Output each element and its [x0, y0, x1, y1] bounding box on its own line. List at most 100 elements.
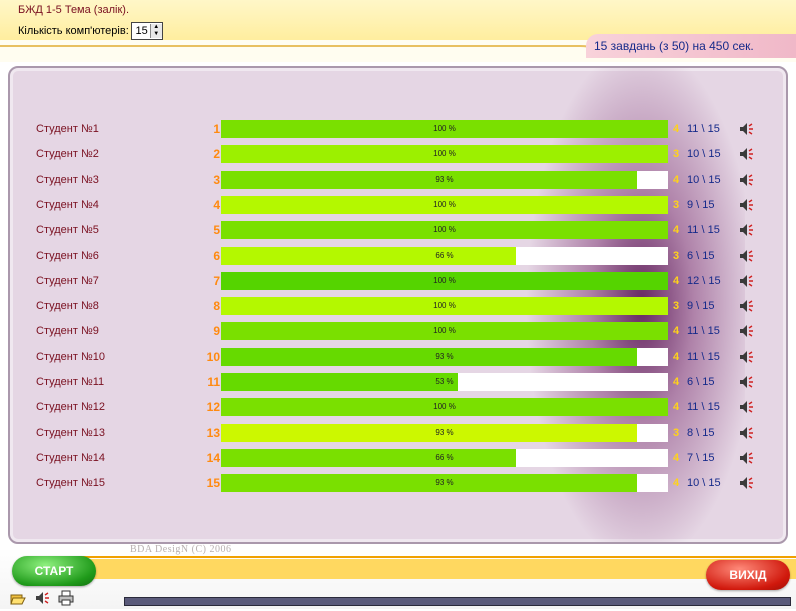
student-number: 2: [213, 147, 220, 162]
student-row: Студент №2 2 100 % 3 10 \ 15: [10, 144, 786, 166]
student-name: Студент №3: [36, 173, 99, 186]
student-row: Студент №14 14 66 % 4 7 \ 15: [10, 448, 786, 470]
stepper-up-icon[interactable]: ▲: [150, 24, 162, 31]
progress-track: 100 %: [221, 221, 668, 240]
progress-percent: 93 %: [435, 351, 454, 361]
progress-percent: 100 %: [433, 199, 456, 209]
computers-count-value[interactable]: 15: [132, 25, 150, 37]
score-value: 6 \ 15: [687, 249, 715, 262]
tasks-info-tab: 15 завдань (з 50) на 450 сек.: [586, 34, 796, 58]
grade-value: 4: [673, 376, 680, 388]
score-value: 9 \ 15: [687, 300, 715, 313]
speaker-icon[interactable]: [738, 475, 754, 491]
student-name: Студент №4: [36, 198, 99, 211]
speaker-icon[interactable]: [738, 298, 754, 314]
student-row: Студент №11 11 53 % 4 6 \ 15: [10, 372, 786, 394]
student-number: 7: [213, 273, 220, 288]
status-bar: [124, 597, 791, 606]
progress-track: 93 %: [221, 170, 668, 189]
student-number: 13: [206, 425, 220, 440]
stepper-down-icon[interactable]: ▼: [150, 31, 162, 38]
speaker-icon[interactable]: [738, 349, 754, 365]
print-icon[interactable]: [58, 590, 74, 606]
progress-percent: 93 %: [435, 427, 454, 437]
student-name: Студент №12: [36, 401, 105, 414]
student-row: Студент №15 15 93 % 4 10 \ 15: [10, 473, 786, 495]
student-row: Студент №13 13 93 % 3 8 \ 15: [10, 423, 786, 445]
speaker-icon[interactable]: [34, 590, 50, 606]
student-name: Студент №13: [36, 426, 105, 439]
speaker-icon[interactable]: [738, 323, 754, 339]
student-number: 14: [206, 450, 220, 465]
score-value: 10 \ 15: [687, 173, 721, 186]
progress-percent: 66 %: [435, 452, 454, 462]
progress-track: 93 %: [221, 423, 668, 442]
student-number: 8: [213, 299, 220, 314]
footer-toolbar: [10, 590, 74, 606]
progress-track: 100 %: [221, 297, 668, 316]
exit-button[interactable]: ВИХІД: [706, 560, 790, 590]
speaker-icon[interactable]: [738, 399, 754, 415]
speaker-icon[interactable]: [738, 222, 754, 238]
stepper-buttons: ▲ ▼: [149, 24, 162, 38]
student-row: Студент №9 9 100 % 4 11 \ 15: [10, 321, 786, 343]
student-number: 6: [213, 248, 220, 263]
student-row: Студент №10 10 93 % 4 11 \ 15: [10, 347, 786, 369]
speaker-icon[interactable]: [738, 172, 754, 188]
students-panel: Студент №1 1 100 % 4 11 \ 15 Студент №2 2 100 %…: [8, 66, 788, 544]
speaker-icon[interactable]: [738, 425, 754, 441]
student-name: Студент №5: [36, 224, 99, 237]
student-number: 9: [213, 324, 220, 339]
credit-text: BDA DesigN (C) 2006: [130, 544, 232, 555]
progress-percent: 66 %: [435, 250, 454, 260]
grade-value: 4: [673, 477, 680, 490]
progress-track: 93 %: [221, 474, 668, 493]
progress-track: 100 %: [221, 322, 668, 341]
grade-value: 4: [673, 350, 680, 363]
score-value: 11 \ 15: [687, 401, 720, 414]
progress-percent: 53 %: [435, 377, 454, 386]
speaker-icon[interactable]: [738, 374, 754, 390]
score-value: 8 \ 15: [687, 426, 715, 439]
speaker-icon[interactable]: [738, 146, 754, 162]
computers-count-label: Кількість комп'ютерів:: [18, 25, 129, 37]
student-row: Студент №8 8 100 % 3 9 \ 15: [10, 296, 786, 318]
grade-value: 4: [673, 401, 680, 414]
student-row: Студент №7 7 100 % 4 12 \ 15: [10, 271, 786, 293]
speaker-icon[interactable]: [738, 273, 754, 289]
score-value: 7 \ 15: [687, 451, 715, 464]
progress-percent: 93 %: [435, 174, 454, 184]
student-name: Студент №11: [36, 376, 105, 388]
progress-percent: 100 %: [433, 326, 456, 336]
student-number: 4: [213, 197, 220, 212]
student-number: 15: [206, 476, 220, 491]
student-row: Студент №3 3 93 % 4 10 \ 15: [10, 170, 786, 192]
score-value: 11 \ 15: [687, 325, 720, 338]
grade-value: 4: [673, 123, 680, 135]
progress-percent: 93 %: [435, 478, 454, 488]
score-value: 6 \ 15: [687, 376, 715, 388]
student-name: Студент №10: [36, 350, 105, 363]
student-name: Студент №14: [36, 451, 105, 464]
start-button[interactable]: СТАРТ: [12, 556, 96, 586]
speaker-icon[interactable]: [738, 121, 754, 137]
grade-value: 3: [673, 198, 680, 211]
folder-open-icon[interactable]: [10, 590, 26, 606]
app-title: БЖД 1-5 Тема (залік).: [18, 4, 130, 16]
speaker-icon[interactable]: [738, 248, 754, 264]
progress-track: 100 %: [221, 195, 668, 214]
student-number: 11: [207, 375, 220, 389]
speaker-icon[interactable]: [738, 197, 754, 213]
student-name: Студент №8: [36, 300, 99, 313]
progress-percent: 100 %: [433, 225, 456, 235]
student-name: Студент №9: [36, 325, 99, 338]
student-row: Студент №6 6 66 % 3 6 \ 15: [10, 246, 786, 268]
speaker-icon[interactable]: [738, 450, 754, 466]
student-name: Студент №2: [36, 148, 99, 161]
score-value: 10 \ 15: [687, 477, 721, 490]
score-value: 11 \ 15: [687, 350, 720, 363]
student-name: Студент №6: [36, 249, 99, 262]
student-number: 5: [213, 223, 220, 238]
computers-count-stepper[interactable]: 15 ▲ ▼: [130, 22, 163, 40]
progress-track: 100 %: [221, 398, 668, 417]
